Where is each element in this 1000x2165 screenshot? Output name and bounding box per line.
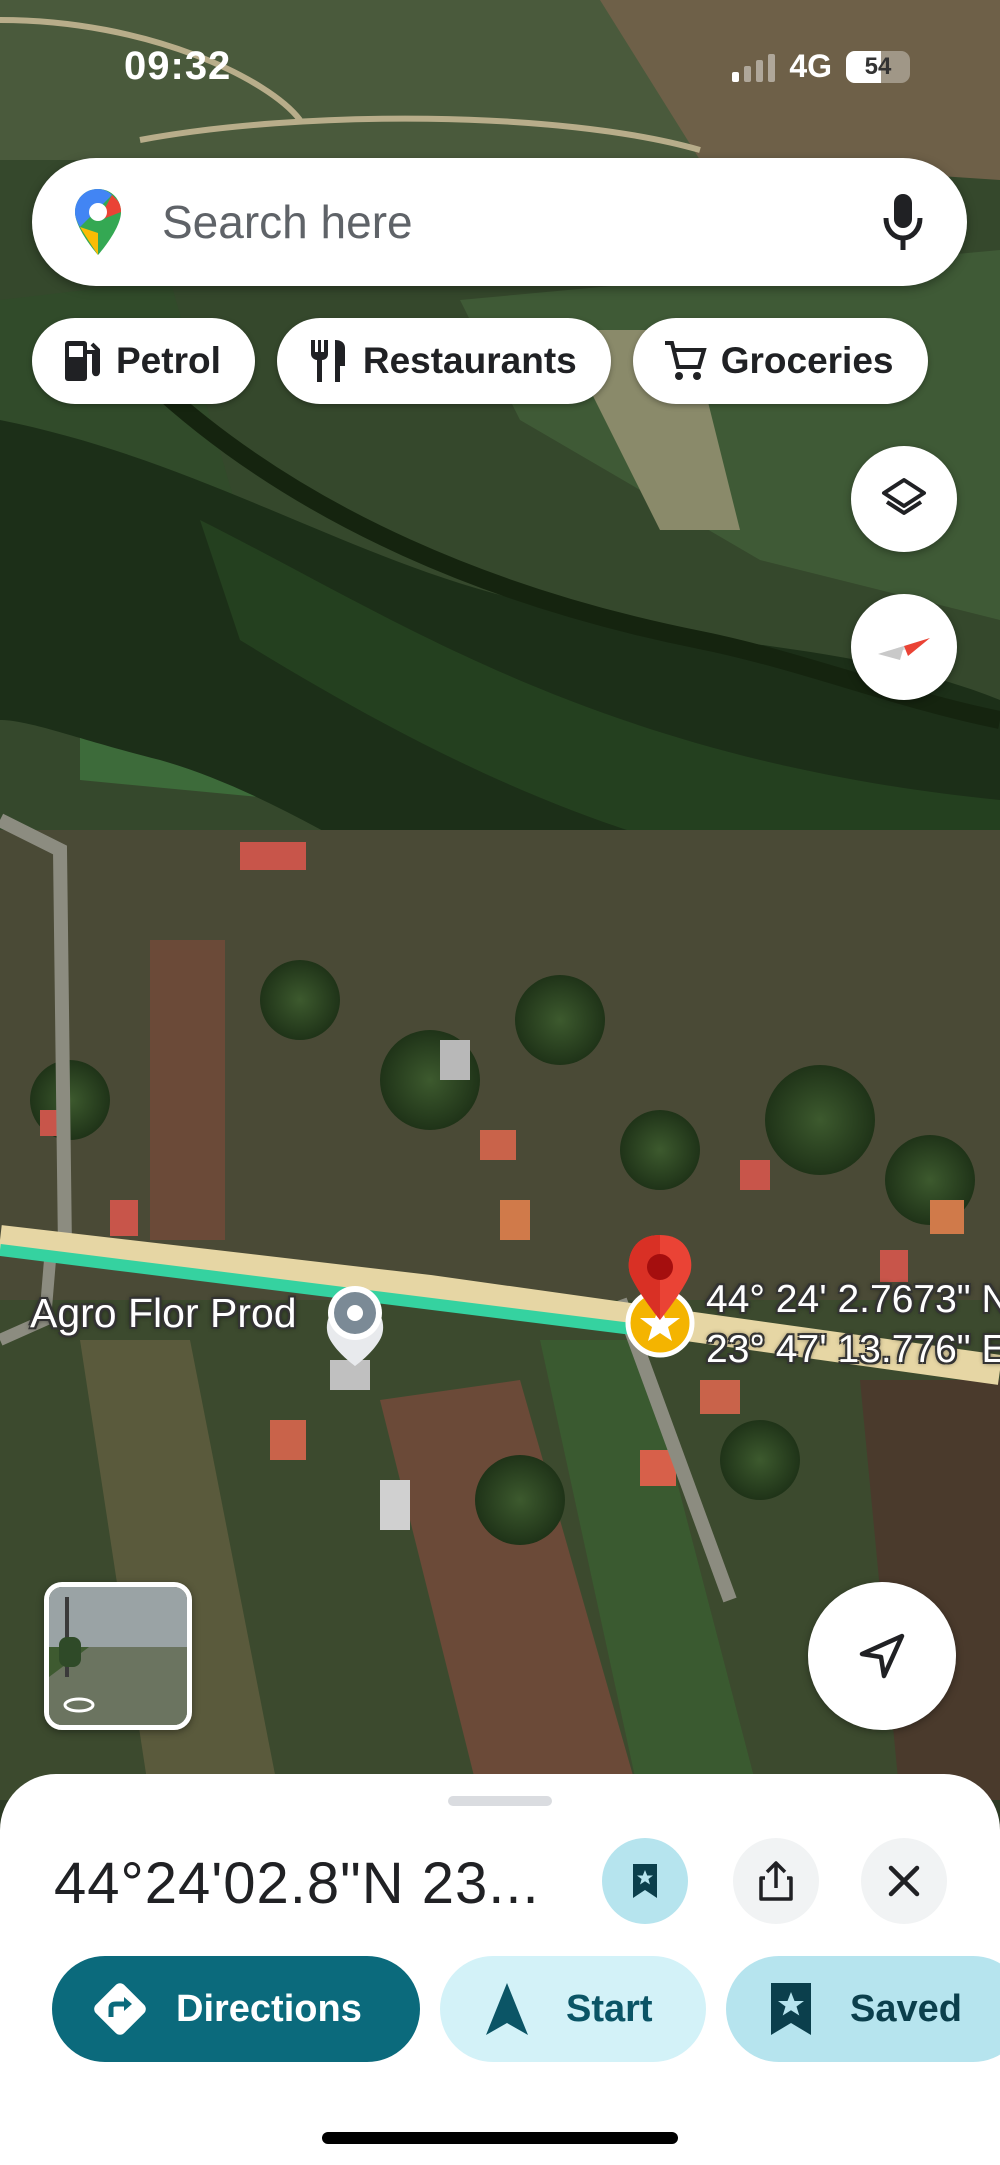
directions-button[interactable]: Directions — [52, 1956, 420, 2062]
chip-petrol[interactable]: Petrol — [32, 318, 255, 404]
search-input[interactable]: Search here — [162, 195, 881, 249]
layers-icon — [882, 478, 926, 515]
google-maps-logo-icon — [75, 189, 121, 255]
home-indicator[interactable] — [322, 2132, 678, 2144]
status-indicators: 4G 54 — [732, 48, 910, 85]
cart-icon — [664, 341, 707, 380]
street-view-thumbnail[interactable] — [44, 1582, 192, 1730]
place-bottom-sheet[interactable]: 44°24'02.8"N 23... Directions Start Save… — [0, 1774, 1000, 2165]
battery-icon: 54 — [846, 50, 910, 83]
close-button[interactable] — [861, 1838, 947, 1924]
saved-button[interactable]: Saved — [726, 1956, 1000, 2062]
microphone-icon[interactable] — [881, 192, 925, 252]
search-bar[interactable]: Search here — [32, 158, 967, 286]
navigation-arrow-icon — [859, 1633, 905, 1679]
layers-button[interactable] — [851, 446, 957, 552]
compass-button[interactable] — [851, 594, 957, 700]
close-icon — [888, 1865, 920, 1897]
fuel-icon — [65, 341, 100, 381]
sheet-title: 44°24'02.8"N 23... — [54, 1851, 540, 1916]
bookmark-star-icon — [771, 1983, 811, 2035]
my-location-button[interactable] — [808, 1582, 956, 1730]
start-button[interactable]: Start — [440, 1956, 706, 2062]
network-type: 4G — [789, 48, 832, 84]
save-button[interactable] — [602, 1838, 688, 1924]
chip-restaurants[interactable]: Restaurants — [276, 318, 611, 404]
share-button[interactable] — [733, 1838, 819, 1924]
directions-icon — [94, 1983, 146, 2035]
coordinate-longitude-label: 23° 47' 13.776" E — [706, 1328, 1000, 1371]
share-icon — [759, 1861, 793, 1901]
cellular-signal-icon — [732, 52, 776, 82]
battery-percentage: 54 — [864, 52, 892, 80]
fork-knife-icon — [310, 340, 345, 382]
navigation-start-icon — [486, 1983, 528, 2035]
saved-label: Saved — [850, 1987, 962, 2030]
status-time: 09:32 — [124, 44, 232, 88]
sheet-drag-handle[interactable] — [448, 1796, 552, 1806]
coordinate-latitude-label: 44° 24' 2.7673" N — [706, 1278, 1000, 1321]
chip-label: Restaurants — [362, 340, 577, 381]
directions-label: Directions — [176, 1987, 362, 2030]
chip-label: Petrol — [116, 340, 221, 381]
chip-label: Groceries — [720, 340, 894, 381]
place-label[interactable]: Agro Flor Prod — [30, 1290, 297, 1337]
street-view-image — [49, 1587, 187, 1725]
start-label: Start — [566, 1987, 653, 2030]
chip-groceries[interactable]: Groceries — [632, 318, 928, 404]
compass-icon — [878, 638, 930, 660]
bookmark-star-icon — [633, 1864, 657, 1898]
category-chips: Petrol Restaurants Groceries — [32, 318, 928, 404]
